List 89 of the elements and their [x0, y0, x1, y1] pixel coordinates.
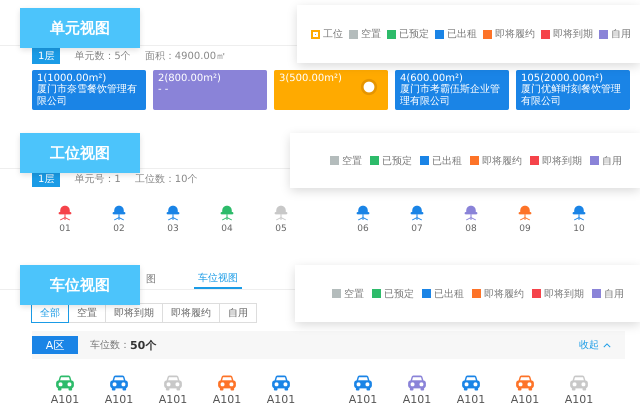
legend-label: 自用: [604, 288, 624, 300]
collapse-link[interactable]: 收起: [579, 338, 611, 352]
seat-number: 08: [465, 224, 477, 234]
legend-label: 空置: [344, 288, 364, 300]
legend-label: 自用: [611, 28, 631, 41]
car-icon[interactable]: [217, 375, 237, 391]
car-icon[interactable]: [109, 375, 129, 391]
chair-icon[interactable]: [355, 203, 371, 221]
legend-label: 已出租: [432, 154, 462, 168]
area-text: 面积：4900.00㎡: [144, 50, 226, 63]
space-count: 50个: [130, 338, 156, 352]
unit-card[interactable]: 105(2000.00m²) 厦门优鲜时刻餐饮管理有限公司: [516, 70, 630, 110]
chair-icon[interactable]: [571, 203, 587, 221]
section-title: 工位视图: [20, 133, 140, 173]
chair-icon[interactable]: [463, 203, 479, 221]
unit-card[interactable]: 1(1000.00m²) 厦门市奈雪餐饮管理有限公司: [32, 70, 146, 110]
space-label: A101: [50, 393, 80, 406]
filter-button[interactable]: 自用: [219, 303, 257, 323]
space-label: A101: [456, 393, 486, 406]
floor-badge: 1层: [32, 48, 60, 64]
workstation-icon: [360, 78, 378, 96]
section-title: 单元视图: [20, 8, 140, 48]
car-icon[interactable]: [515, 375, 535, 391]
car-icon[interactable]: [271, 375, 291, 391]
space-label: A101: [266, 393, 296, 406]
unit-number: 单元号：1: [74, 172, 121, 186]
car-icon[interactable]: [407, 375, 427, 391]
unit-card[interactable]: 2(800.00m²) - -: [153, 70, 267, 110]
filter-button[interactable]: 即将到期: [105, 303, 163, 323]
legend-label: 即将履约: [484, 288, 524, 300]
tenant-name: 厦门市考霸伍斯企业管理有限公司: [400, 84, 501, 107]
space-label: A101: [564, 393, 594, 406]
seat-number: 10: [573, 224, 585, 234]
legend-label: 即将履约: [482, 154, 522, 168]
legend-label: 已出租: [434, 288, 464, 300]
tenant-name: 厦门优鲜时刻餐饮管理有限公司: [521, 84, 622, 107]
legend-label: 即将到期: [553, 28, 593, 41]
unit-card[interactable]: 4(600.00m²) 厦门市考霸伍斯企业管理有限公司: [395, 70, 509, 110]
legend-label: 工位: [323, 28, 343, 41]
chair-icon[interactable]: [219, 203, 235, 221]
seat-number: 04: [221, 224, 233, 234]
view-tab[interactable]: 车位视图: [194, 269, 242, 289]
seat-number: 05: [275, 224, 287, 234]
car-icon[interactable]: [55, 375, 75, 391]
space-label: A101: [158, 393, 188, 406]
legend-label: 即将履约: [495, 28, 535, 41]
space-label: A101: [510, 393, 540, 406]
seat-number: 06: [357, 224, 369, 234]
space-count-label: 车位数：: [90, 338, 130, 352]
section-title: 车位视图: [20, 265, 140, 305]
unit-name: 1(1000.00m²): [37, 73, 108, 84]
space-label: A101: [104, 393, 134, 406]
legend-label: 已出租: [447, 28, 477, 41]
seat-number: 01: [59, 224, 71, 234]
filter-button[interactable]: 全部: [31, 303, 69, 323]
unit-count: 单元数：5个: [74, 50, 131, 63]
legend-label: 已预定: [399, 28, 429, 41]
tenant-name: 厦门市奈雪餐饮管理有限公司: [37, 84, 138, 107]
chair-icon[interactable]: [409, 203, 425, 221]
chair-icon[interactable]: [57, 203, 73, 221]
legend-label: 自用: [602, 154, 622, 168]
space-label: A101: [402, 393, 432, 406]
seat-number: 03: [167, 224, 179, 234]
chair-icon[interactable]: [111, 203, 127, 221]
seat-count: 工位数：10个: [134, 173, 198, 186]
unit-name: 3(500.00m²): [279, 73, 343, 84]
unit-name: 2(800.00m²): [158, 73, 222, 84]
seat-number: 02: [113, 224, 125, 234]
seat-number: 07: [411, 224, 423, 234]
unit-name: 105(2000.00m²): [521, 73, 604, 84]
legend-label: 即将到期: [544, 288, 584, 300]
unit-name: 4(600.00m²): [400, 73, 463, 84]
legend-label: 即将到期: [542, 154, 582, 168]
legend-label: 空置: [342, 154, 362, 168]
car-icon[interactable]: [461, 375, 481, 391]
seat-number: 09: [519, 224, 531, 234]
view-tab[interactable]: 图: [142, 269, 160, 289]
chair-icon[interactable]: [517, 203, 533, 221]
space-label: A101: [348, 393, 378, 406]
car-icon[interactable]: [353, 375, 373, 391]
filter-button[interactable]: 即将履约: [162, 303, 220, 323]
tenant-name: - -: [158, 84, 170, 96]
chair-icon[interactable]: [165, 203, 181, 221]
legend-label: 空置: [361, 28, 381, 41]
chevron-up-icon: [603, 342, 611, 348]
space-label: A101: [212, 393, 242, 406]
zone-badge: A区: [32, 336, 78, 354]
legend-label: 已预定: [382, 154, 412, 168]
legend-label: 已预定: [384, 288, 414, 300]
